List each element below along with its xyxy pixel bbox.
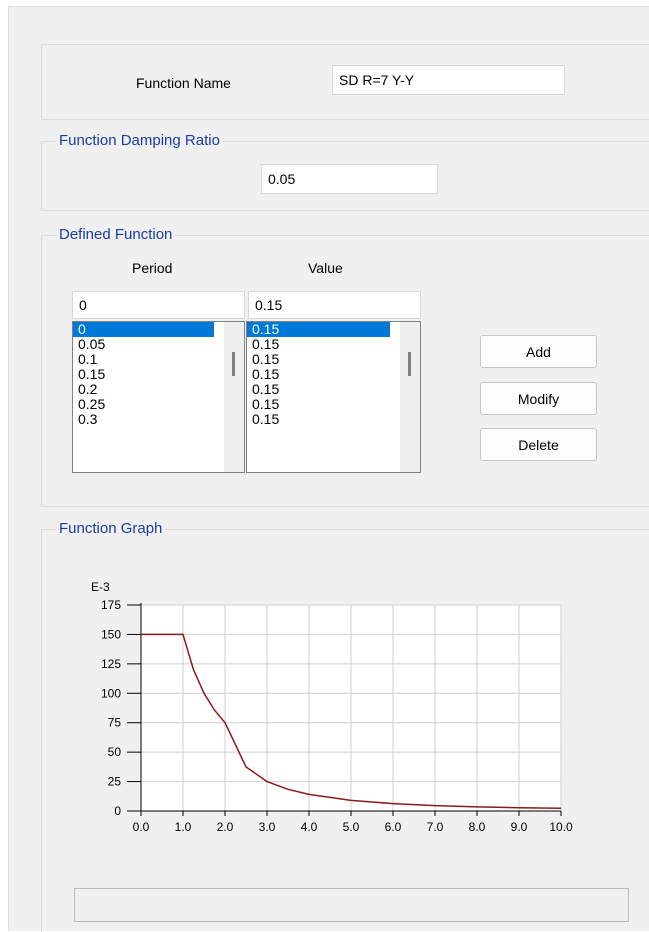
x-tick-label: 2.0: [217, 820, 234, 834]
period-list-item[interactable]: 0: [73, 322, 214, 337]
x-tick-label: 3.0: [259, 820, 276, 834]
value-list-item[interactable]: 0.15: [247, 412, 420, 427]
period-list-item[interactable]: 0.25: [73, 397, 244, 412]
function-name-label: Function Name: [136, 75, 231, 91]
value-list-item[interactable]: 0.15: [247, 382, 420, 397]
function-definition-window: Function Name Function Damping Ratio Def…: [8, 6, 649, 932]
period-list-scroll-thumb[interactable]: [232, 352, 235, 376]
function-name-group: Function Name: [41, 44, 649, 120]
x-tick-label: 4.0: [301, 820, 318, 834]
period-list-item[interactable]: 0.2: [73, 382, 244, 397]
y-tick-label: 100: [101, 686, 121, 700]
period-list-item[interactable]: 0.15: [73, 367, 244, 382]
y-tick-label: 25: [108, 775, 122, 789]
x-tick-label: 8.0: [469, 820, 486, 834]
value-input[interactable]: [248, 291, 421, 319]
value-list-item[interactable]: 0.15: [247, 367, 420, 382]
period-list-item[interactable]: 0.1: [73, 352, 244, 367]
period-list-item[interactable]: 0.05: [73, 337, 244, 352]
y-tick-label: 50: [108, 745, 122, 759]
y-tick-label: 75: [108, 716, 122, 730]
x-tick-label: 5.0: [343, 820, 360, 834]
period-list[interactable]: 0 0.05 0.1 0.15 0.2 0.25 0.3: [72, 321, 245, 473]
period-input[interactable]: [72, 291, 245, 319]
modify-button[interactable]: Modify: [480, 382, 597, 415]
function-name-input[interactable]: [332, 65, 565, 95]
x-tick-label: 0.0: [133, 820, 150, 834]
value-list-scroll-thumb[interactable]: [408, 352, 411, 376]
value-list-scrollbar[interactable]: [400, 322, 420, 472]
defined-function-title: Defined Function: [56, 226, 176, 244]
damping-ratio-title: Function Damping Ratio: [56, 132, 223, 150]
period-column-header: Period: [132, 260, 173, 276]
value-list-item[interactable]: 0.15: [247, 337, 420, 352]
x-tick-label: 9.0: [511, 820, 528, 834]
value-list[interactable]: 0.15 0.15 0.15 0.15 0.15 0.15 0.15: [246, 321, 421, 473]
function-graph-title: Function Graph: [56, 520, 166, 538]
y-tick-label: 150: [101, 627, 121, 641]
period-list-scrollbar[interactable]: [224, 322, 244, 472]
y-exponent-label: E-3: [91, 580, 110, 594]
x-tick-label: 1.0: [175, 820, 192, 834]
value-list-item[interactable]: 0.15: [247, 397, 420, 412]
value-list-item[interactable]: 0.15: [247, 322, 390, 337]
y-tick-label: 175: [101, 598, 121, 612]
status-bar: [74, 888, 629, 922]
delete-button[interactable]: Delete: [480, 428, 597, 461]
x-tick-label: 6.0: [385, 820, 402, 834]
function-graph-chart: 0.0 1.0 2.0 3.0 4.0 5.0 6.0 7.0 8.0 9.0 10.0 0 25 50 7…: [91, 580, 573, 834]
y-tick-label: 125: [101, 657, 121, 671]
x-tick-label: 10.0: [549, 820, 573, 834]
damping-ratio-input[interactable]: [261, 164, 438, 194]
defined-function-group: Defined Function Period Value 00.050.10.…: [41, 226, 649, 507]
y-tick-label: 0: [114, 804, 121, 818]
value-list-item[interactable]: 0.15: [247, 352, 420, 367]
x-tick-label: 7.0: [427, 820, 444, 834]
period-list-item[interactable]: 0.3: [73, 412, 244, 427]
value-column-header: Value: [308, 260, 343, 276]
damping-ratio-group: Function Damping Ratio: [41, 132, 649, 211]
add-button[interactable]: Add: [480, 335, 597, 368]
